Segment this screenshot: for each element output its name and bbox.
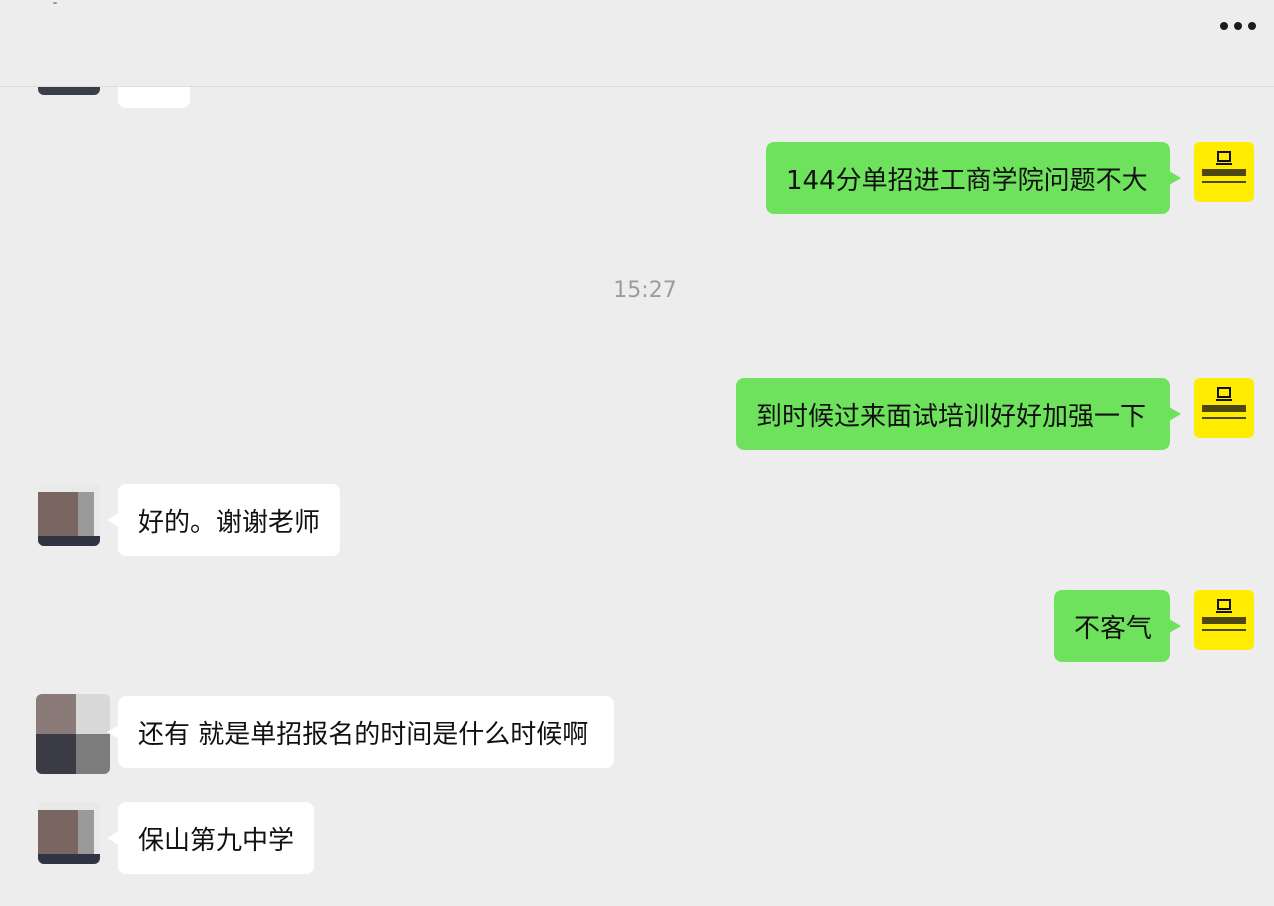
chat-header: ˉ xyxy=(0,0,1274,87)
message-bubble-outgoing[interactable]: 144分单招进工商学院问题不大 xyxy=(766,142,1181,214)
message-bubble-incoming[interactable]: 保山第九中学 xyxy=(107,802,314,874)
back-indicator-icon[interactable]: ˉ xyxy=(52,2,62,14)
brand-avatar[interactable] xyxy=(1194,378,1254,438)
message-bubble-incoming[interactable]: 还有 就是单招报名的时间是什么时候啊 xyxy=(107,696,614,768)
brand-logo-icon xyxy=(1194,378,1254,438)
message-bubble-incoming[interactable]: 好的。谢谢老师 xyxy=(107,484,340,556)
more-dot-icon xyxy=(1248,22,1256,30)
message-text: 144分单招进工商学院问题不大 xyxy=(786,165,1148,196)
brand-avatar[interactable] xyxy=(1194,142,1254,202)
more-dot-icon xyxy=(1220,22,1228,30)
message-bubble-outgoing[interactable]: 到时候过来面试培训好好加强一下 xyxy=(736,378,1181,450)
brand-logo-icon xyxy=(1194,142,1254,202)
message-text: 不客气 xyxy=(1074,613,1153,644)
brand-avatar[interactable] xyxy=(1194,590,1254,650)
chat-area: 144分单招进工商学院问题不大 15:27 到时候过来面试培训好好加强一下 好的… xyxy=(0,0,1274,906)
message-text: 还有 就是单招报名的时间是什么时候啊 xyxy=(138,719,589,750)
contact-avatar[interactable] xyxy=(36,694,110,774)
more-dot-icon xyxy=(1234,22,1242,30)
message-timestamp: 15:27 xyxy=(613,278,677,303)
message-text: 到时候过来面试培训好好加强一下 xyxy=(756,401,1147,432)
contact-avatar[interactable] xyxy=(38,484,100,546)
message-text: 保山第九中学 xyxy=(138,825,295,856)
more-options-button[interactable] xyxy=(1214,10,1262,42)
message-bubble-outgoing[interactable]: 不客气 xyxy=(1054,590,1181,662)
brand-logo-icon xyxy=(1194,590,1254,650)
contact-avatar[interactable] xyxy=(38,802,100,864)
message-text: 好的。谢谢老师 xyxy=(138,507,321,538)
